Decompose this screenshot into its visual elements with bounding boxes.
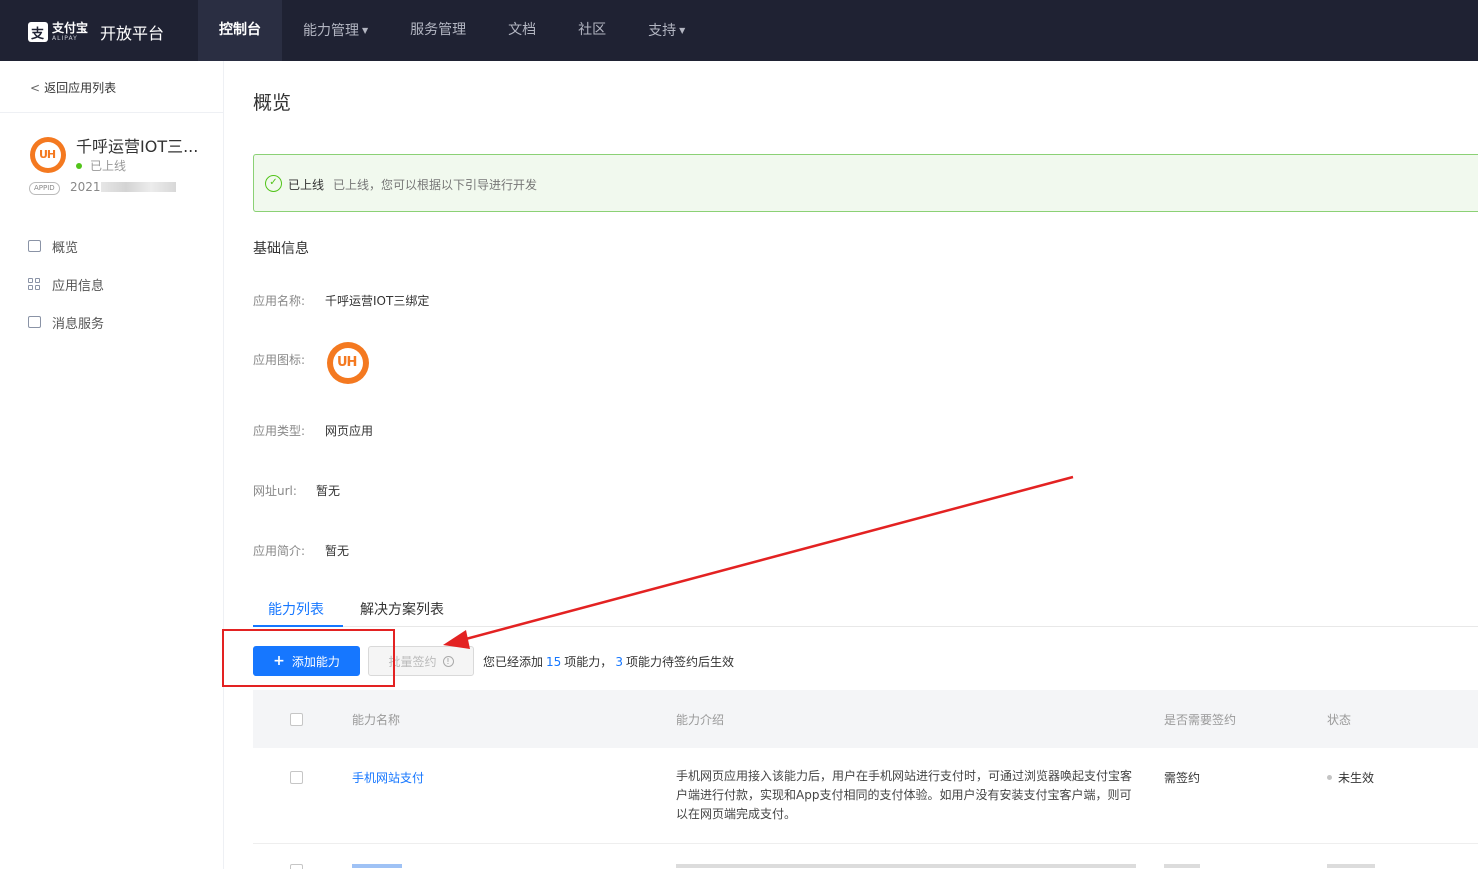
appid-value: 2021: [70, 180, 176, 194]
main-nav: 控制台 能力管理 ▼ 服务管理 文档 社区 支持 ▼: [198, 0, 706, 61]
status-badge: 未生效: [1327, 769, 1374, 786]
sidebar-item-overview[interactable]: 概览: [28, 227, 104, 265]
grid-icon: [28, 278, 41, 290]
app-logo: [30, 137, 66, 173]
cut-off-text: [1327, 864, 1375, 868]
annotation-highlight-box: [222, 629, 395, 687]
chart-icon: [28, 240, 41, 252]
tab-solution-list[interactable]: 解决方案列表: [360, 599, 444, 619]
header-status: 状态: [1327, 713, 1352, 727]
cut-off-text: [352, 864, 402, 868]
message-icon: [28, 316, 41, 328]
table-row: 手机网站支付 手机网页应用接入该能力后，用户在手机网站进行支付时，可通过浏览器唤…: [253, 748, 1478, 844]
app-name: 千呼运营IOT三...: [76, 137, 199, 156]
info-icon: !: [442, 655, 454, 667]
alert-title: 已上线: [288, 178, 325, 192]
nav-community[interactable]: 社区: [557, 0, 627, 61]
check-circle-icon: ✓: [265, 175, 282, 192]
row-checkbox[interactable]: [290, 864, 303, 869]
logo-cn-text: 支付宝: [52, 21, 89, 35]
alert-description: 已上线，您可以根据以下引导进行开发: [333, 178, 538, 192]
status-alert: ✓ 已上线 已上线，您可以根据以下引导进行开发: [253, 154, 1478, 212]
app-icon-label: 应用图标:: [253, 353, 306, 367]
app-intro-label: 应用简介:: [253, 544, 306, 558]
app-type-label: 应用类型:: [253, 424, 306, 438]
alipay-icon: [28, 22, 48, 42]
caret-down-icon: ▼: [362, 26, 369, 35]
header-requires-sign: 是否需要签约: [1164, 713, 1237, 727]
nav-capability-management[interactable]: 能力管理 ▼: [282, 0, 389, 61]
app-name-value: 千呼运营IOT三绑定: [325, 294, 430, 308]
app-name-label: 应用名称:: [253, 294, 306, 308]
app-type-value: 网页应用: [325, 424, 374, 438]
table-row-partial: [253, 844, 1478, 869]
table-header: 能力名称 能力介绍 是否需要签约 状态: [253, 690, 1478, 748]
sidebar-item-app-info[interactable]: 应用信息: [28, 265, 104, 303]
tab-active-indicator: [253, 625, 343, 627]
capability-description: 手机网页应用接入该能力后，用户在手机网站进行支付时，可通过浏览器唤起支付宝客户端…: [676, 769, 1133, 821]
status-dot-icon: [1327, 775, 1332, 780]
url-label: 网址url:: [253, 484, 297, 498]
cut-off-text: [1164, 864, 1200, 868]
sidebar-item-message-service[interactable]: 消息服务: [28, 303, 104, 341]
divider: [0, 112, 224, 113]
sign-requirement: 需签约: [1164, 771, 1201, 785]
platform-title: 开放平台: [100, 24, 165, 43]
top-nav: 支付宝 ALIPAY 开放平台 控制台 能力管理▼ 服务管理 文档 社区 支持▼: [0, 0, 1478, 61]
tab-capability-list[interactable]: 能力列表: [268, 599, 324, 619]
select-all-checkbox[interactable]: [290, 713, 303, 726]
logo-en-text: ALIPAY: [52, 35, 78, 42]
alipay-logo[interactable]: 支付宝 ALIPAY 开放平台: [28, 20, 164, 44]
row-checkbox[interactable]: [290, 771, 303, 784]
appid-redacted: [100, 182, 176, 192]
capability-name-link[interactable]: 手机网站支付: [352, 769, 424, 786]
sidebar-menu: 概览 应用信息 消息服务: [28, 227, 104, 341]
page-title: 概览: [253, 92, 292, 114]
header-capability-name: 能力名称: [352, 713, 401, 727]
capability-summary: 您已经添加 15 项能力， 3 项能力待签约后生效: [483, 655, 734, 669]
nav-service-management[interactable]: 服务管理: [389, 0, 487, 61]
chevron-left-icon: <: [30, 81, 41, 95]
status-dot-icon: [76, 163, 82, 169]
cut-off-text: [676, 864, 1136, 868]
sidebar: <返回应用列表 千呼运营IOT三... 已上线 APPID 2021 概览 应用…: [0, 61, 224, 869]
appid-badge: APPID: [29, 182, 60, 195]
app-intro-value: 暂无: [325, 544, 350, 558]
nav-console[interactable]: 控制台: [198, 0, 282, 61]
basic-info-title: 基础信息: [253, 241, 309, 257]
url-value: 暂无: [316, 484, 341, 498]
nav-support[interactable]: 支持 ▼: [627, 0, 706, 61]
app-status: 已上线: [76, 157, 126, 174]
nav-docs[interactable]: 文档: [487, 0, 557, 61]
caret-down-icon: ▼: [679, 26, 686, 35]
header-capability-intro: 能力介绍: [676, 713, 725, 727]
tab-bar: 能力列表 解决方案列表: [253, 588, 1478, 627]
app-icon-image: [327, 342, 369, 384]
back-to-app-list-link[interactable]: < 返回应用列表: [30, 79, 116, 96]
